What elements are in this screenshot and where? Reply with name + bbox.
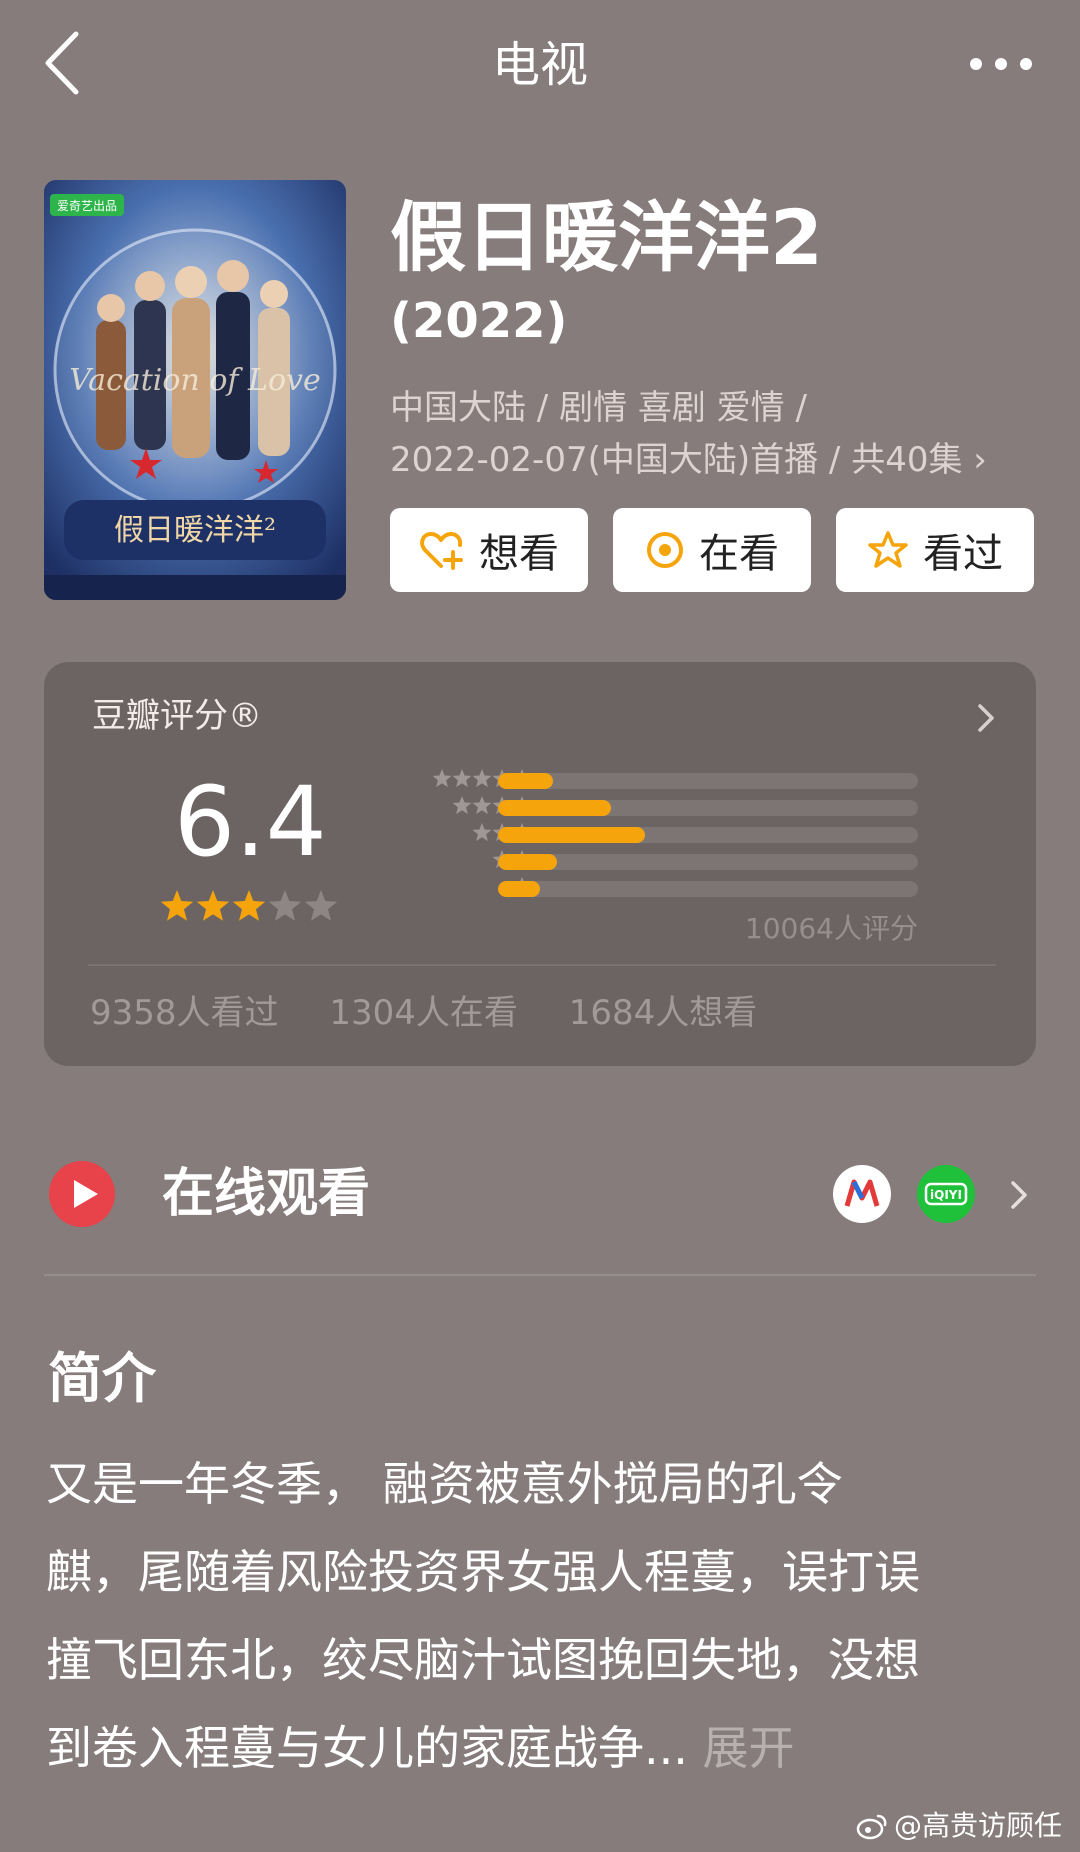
rating-score: 6.4 xyxy=(174,766,327,878)
watching-button[interactable]: 在看 xyxy=(613,508,811,592)
distribution-bar-4 xyxy=(498,800,918,816)
rating-card[interactable]: 豆瓣评分® 6.4 10064人评分 9358人看过 1304人在看 1684人… xyxy=(44,662,1036,1066)
intro-line: 麒，尾随着风险投资界女强人程蔓，误打误 xyxy=(46,1545,920,1599)
distribution-bar-fill-5 xyxy=(498,773,553,789)
rating-star-icon xyxy=(304,890,338,924)
iqiyi-icon[interactable]: iQIYI xyxy=(916,1164,976,1224)
distribution-bar-fill-1 xyxy=(498,881,540,897)
want-to-watch-button[interactable]: 想看 xyxy=(390,508,588,592)
distribution-bar-fill-2 xyxy=(498,854,557,870)
star-outline-icon xyxy=(868,531,908,568)
intro-text: 又是一年冬季， 融资被意外搅局的孔令 麒，尾随着风险投资界女强人程蔓，误打误 撞… xyxy=(46,1440,1036,1792)
target-icon xyxy=(647,532,683,568)
meta-line-2: 2022-02-07(中国大陆)首播 / 共40集 › xyxy=(390,440,987,480)
want-label: 想看 xyxy=(479,531,559,577)
divider xyxy=(88,964,996,966)
chevron-right-icon[interactable] xyxy=(1008,1178,1030,1212)
watching-label: 在看 xyxy=(699,531,779,577)
show-year: (2022) xyxy=(390,293,568,349)
rating-stars xyxy=(160,890,340,926)
watched-button[interactable]: 看过 xyxy=(836,508,1034,592)
meta-line-1: 中国大陆 / 剧情 喜剧 爱情 / xyxy=(390,388,807,428)
distribution-bar-1 xyxy=(498,881,918,897)
distribution-bar-2 xyxy=(498,854,918,870)
want-count: 1684人想看 xyxy=(568,993,758,1033)
watching-count: 1304人在看 xyxy=(329,993,518,1033)
watched-count: 9358人看过 xyxy=(90,993,279,1033)
expand-link[interactable]: 展开 xyxy=(703,1721,795,1775)
rating-label: 豆瓣评分® xyxy=(92,696,262,736)
intro-heading: 简介 xyxy=(48,1347,156,1410)
intro-line: 撞飞回东北，绞尽脑汁试图挽回失地，没想 xyxy=(46,1633,920,1687)
raters-count: 10064人评分 xyxy=(744,912,918,945)
divider xyxy=(44,1274,1036,1276)
poster-image[interactable]: 假日暖洋洋² 爱奇艺出品 Vacation of Love xyxy=(44,180,346,600)
show-meta[interactable]: 中国大陆 / 剧情 喜剧 爱情 / 2022-02-07(中国大陆)首播 / 共… xyxy=(390,382,987,486)
rating-star-icon xyxy=(232,890,266,924)
intro-line-text: 到卷入程蔓与女儿的家庭战争... xyxy=(46,1721,688,1775)
weibo-icon xyxy=(856,1814,887,1840)
poster-script: Vacation of Love xyxy=(69,363,320,398)
watermark: @高贵访顾任 xyxy=(856,1808,1062,1844)
svg-text:iQIYI: iQIYI xyxy=(930,1188,962,1202)
intro-line: 又是一年冬季， 融资被意外搅局的孔令 xyxy=(46,1457,843,1511)
rating-star-icon xyxy=(268,890,302,924)
heart-plus-icon xyxy=(420,532,463,570)
migu-icon[interactable] xyxy=(832,1164,892,1224)
intro-line: 到卷入程蔓与女儿的家庭战争... 展开 xyxy=(46,1704,1036,1792)
distribution-bar-fill-3 xyxy=(498,827,645,843)
chevron-right-icon[interactable] xyxy=(974,700,998,736)
online-watch-label[interactable]: 在线观看 xyxy=(162,1160,370,1228)
rating-star-icon xyxy=(160,890,194,924)
page-title: 电视 xyxy=(491,37,588,93)
distribution-bar-fill-4 xyxy=(498,800,611,816)
show-title: 假日暖洋洋2 xyxy=(390,193,823,282)
poster-badge: 爱奇艺出品 xyxy=(57,199,117,213)
poster-logo: 假日暖洋洋² xyxy=(114,513,276,548)
more-dots-icon[interactable] xyxy=(966,44,1036,84)
rating-star-icon xyxy=(196,890,230,924)
watch-counts: 9358人看过 1304人在看 1684人想看 xyxy=(90,988,797,1038)
play-icon[interactable] xyxy=(48,1160,116,1228)
watched-label: 看过 xyxy=(923,531,1003,577)
distribution-bar-3 xyxy=(498,827,918,843)
watermark-text: @高贵访顾任 xyxy=(893,1809,1062,1842)
distribution-bar-5 xyxy=(498,773,918,789)
